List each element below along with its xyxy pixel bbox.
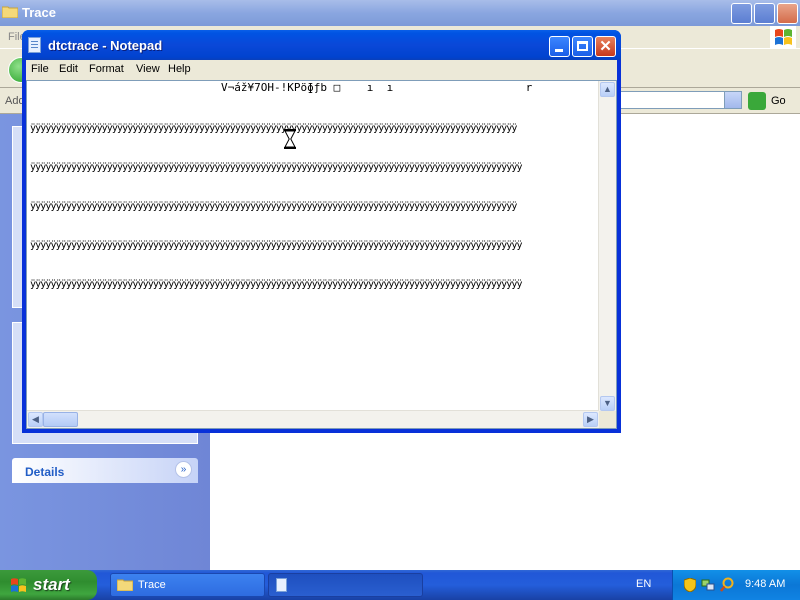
hourglass-cursor-icon [284,129,296,149]
text-line: ÿÿÿÿÿÿÿÿÿÿÿÿÿÿÿÿÿÿÿÿÿÿÿÿÿÿÿÿÿÿÿÿÿÿÿÿÿÿÿÿ… [30,162,522,173]
taskbar-button-notepad[interactable] [268,573,423,597]
notepad-window: dtctrace - Notepad ✕ File Edit Format Vi… [22,30,621,433]
scroll-right-icon[interactable]: ▶ [583,412,598,427]
resize-grip-icon[interactable] [599,411,616,428]
notepad-icon [276,578,287,592]
horizontal-scrollbar[interactable]: ◀ ▶ [27,410,599,428]
maximize-button[interactable] [572,36,593,57]
text-header-line: V¬áž¥7OH-!KPöɸƒb □ ı ı r [221,81,533,94]
taskbar-button-trace[interactable]: Trace [110,573,265,597]
folder-icon [2,6,18,18]
close-icon: ✕ [599,38,612,55]
notepad-icon[interactable] [28,37,41,53]
notepad-titlebar[interactable]: dtctrace - Notepad ✕ [22,30,621,60]
menu-edit[interactable]: Edit [59,63,78,75]
address-field[interactable] [620,91,742,109]
go-button-label[interactable]: Go [771,95,786,107]
start-label: start [33,575,70,594]
text-line: ÿÿÿÿÿÿÿÿÿÿÿÿÿÿÿÿÿÿÿÿÿÿÿÿÿÿÿÿÿÿÿÿÿÿÿÿÿÿÿÿ… [30,201,517,212]
menu-view[interactable]: View [136,63,160,75]
vertical-scrollbar[interactable]: ▲ ▼ [598,81,616,412]
windows-logo-icon [770,26,796,48]
start-button[interactable]: start [0,570,97,600]
details-section-header[interactable]: Details » [12,458,198,483]
chevron-down-icon[interactable] [724,92,741,108]
taskbar: start Trace EN 9:48 AM [0,570,800,600]
language-indicator[interactable]: EN [636,578,651,590]
horizontal-scroll-thumb[interactable] [43,412,78,427]
network-icon[interactable] [701,578,715,592]
details-label: Details [25,465,65,479]
notepad-menubar: File Edit Format View Help [26,60,617,80]
double-chevron-down-icon[interactable]: » [175,461,192,478]
windows-logo-icon [11,578,26,592]
menu-help[interactable]: Help [168,63,191,75]
minimize-icon [555,49,563,52]
taskbar-button-label: Trace [138,579,166,591]
minimize-button[interactable] [549,36,570,57]
system-tray: 9:48 AM [672,570,800,600]
menu-file[interactable]: File [31,63,49,75]
explorer-close-button[interactable] [777,3,798,24]
search-icon[interactable] [720,577,734,592]
explorer-maximize-button[interactable] [754,3,775,24]
text-editor-area[interactable]: V¬áž¥7OH-!KPöɸƒb □ ı ı r ÿÿÿÿÿÿÿÿÿÿÿÿÿÿÿ… [26,80,617,429]
clock: 9:48 AM [745,578,786,590]
text-line: ÿÿÿÿÿÿÿÿÿÿÿÿÿÿÿÿÿÿÿÿÿÿÿÿÿÿÿÿÿÿÿÿÿÿÿÿÿÿÿÿ… [30,279,522,290]
explorer-minimize-button[interactable] [731,3,752,24]
menu-format[interactable]: Format [89,63,124,75]
close-button[interactable]: ✕ [595,36,616,57]
text-content: ÿÿÿÿÿÿÿÿÿÿÿÿÿÿÿÿÿÿÿÿÿÿÿÿÿÿÿÿÿÿÿÿÿÿÿÿÿÿÿÿ… [30,96,598,317]
folder-icon [117,579,133,591]
scroll-up-icon[interactable]: ▲ [600,82,615,97]
text-line: ÿÿÿÿÿÿÿÿÿÿÿÿÿÿÿÿÿÿÿÿÿÿÿÿÿÿÿÿÿÿÿÿÿÿÿÿÿÿÿÿ… [30,123,517,134]
maximize-icon [577,41,588,51]
explorer-title: Trace [22,5,56,20]
scroll-down-icon[interactable]: ▼ [600,396,615,411]
text-line: ÿÿÿÿÿÿÿÿÿÿÿÿÿÿÿÿÿÿÿÿÿÿÿÿÿÿÿÿÿÿÿÿÿÿÿÿÿÿÿÿ… [30,240,522,251]
explorer-titlebar[interactable]: Trace [0,0,800,26]
security-shield-icon[interactable] [684,578,696,592]
notepad-title: dtctrace - Notepad [48,38,163,53]
go-arrow-icon[interactable] [748,92,766,110]
scroll-left-icon[interactable]: ◀ [28,412,43,427]
